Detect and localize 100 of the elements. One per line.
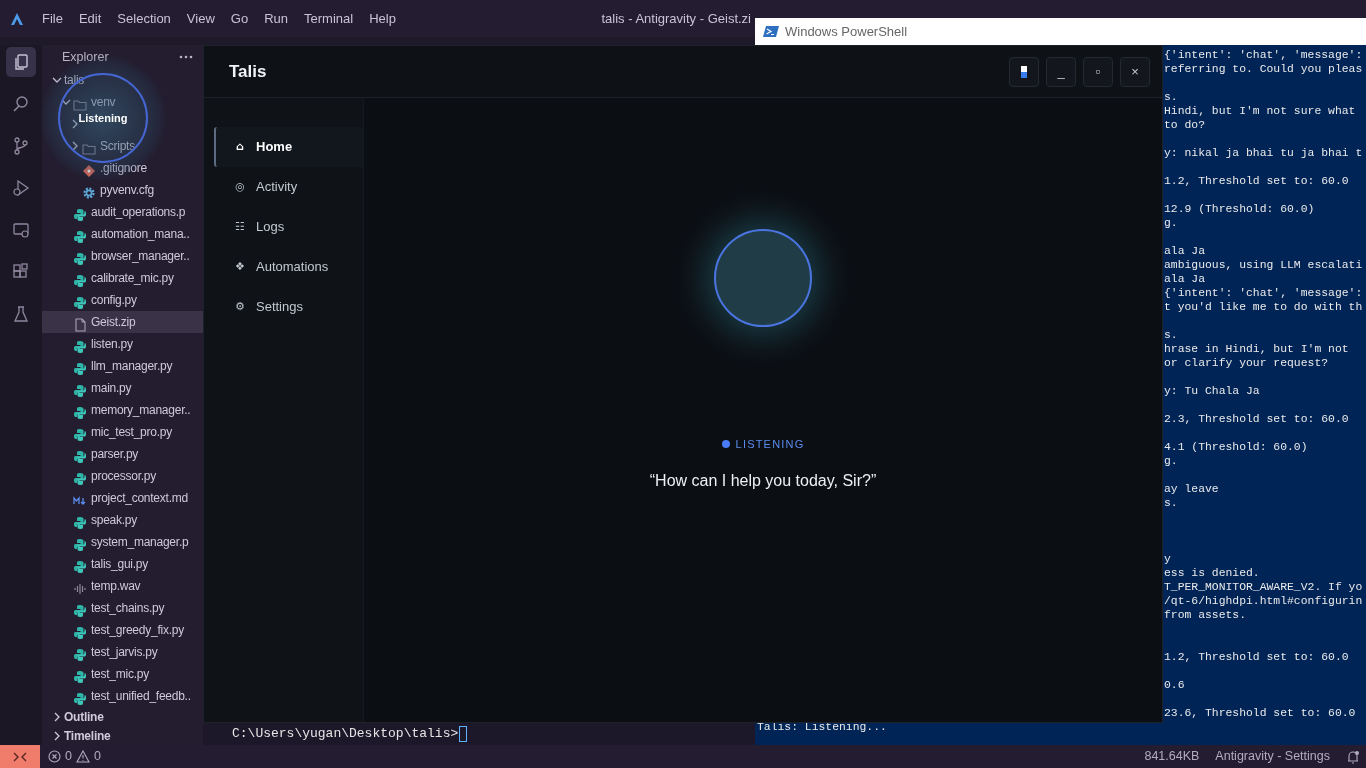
remote-icon xyxy=(13,750,27,763)
tree-item[interactable]: main.py xyxy=(42,377,203,400)
bell-icon[interactable] xyxy=(1346,749,1360,764)
tree-item[interactable]: .gitignore xyxy=(42,157,203,180)
nav-item[interactable]: ⌂ Home xyxy=(214,127,363,167)
tree-item[interactable]: pyvenv.cfg xyxy=(42,179,203,202)
chevron-down-icon[interactable] xyxy=(61,99,71,106)
menu-item[interactable]: Run xyxy=(256,8,296,29)
console-line: ay leave xyxy=(1164,482,1219,496)
menu-item[interactable]: Terminal xyxy=(296,8,362,29)
close-button[interactable]: × xyxy=(1120,56,1150,87)
file-name: config.py xyxy=(91,292,137,310)
section-header[interactable]: Outline xyxy=(42,707,203,727)
nav-icon: ⌂ xyxy=(234,138,246,156)
console-line: Hindi, but I'm not sure what xyxy=(1164,104,1356,118)
nav-icon: ❖ xyxy=(234,258,246,276)
chevron-right-icon[interactable] xyxy=(72,119,78,130)
menu-item[interactable]: View xyxy=(178,8,223,29)
run-debug-icon xyxy=(12,179,30,197)
code-file-icon xyxy=(73,273,87,288)
code-file-icon xyxy=(73,537,87,552)
minimize-button[interactable]: _ xyxy=(1046,56,1076,87)
logo-icon xyxy=(10,11,24,26)
problems-button[interactable]: 0 0 xyxy=(48,747,101,766)
console-line: s. xyxy=(1164,328,1178,342)
tree-item[interactable]: calibrate_mic.py xyxy=(42,267,203,290)
status-item[interactable]: 841.64KB xyxy=(1144,747,1200,766)
chevron-right-icon[interactable] xyxy=(54,730,60,741)
tree-item[interactable]: processor.py xyxy=(42,465,203,488)
text-cursor xyxy=(459,726,468,742)
nav-item[interactable]: ☷ Logs xyxy=(214,207,363,247)
file-name: project_context.md xyxy=(91,490,188,508)
file-name: memory_manager.. xyxy=(91,402,191,420)
tree-item[interactable]: test_greedy_fix.py xyxy=(42,619,203,642)
tree-item[interactable]: test_chains.py xyxy=(42,597,203,620)
console-line: g. xyxy=(1164,454,1178,468)
tree-item[interactable]: parser.py xyxy=(42,443,203,466)
tree-item[interactable]: Scripts xyxy=(42,135,203,158)
tree-item[interactable]: Geist.zip xyxy=(42,311,203,334)
tree-item[interactable]: system_manager.p xyxy=(42,531,203,554)
tree-item[interactable]: llm_manager.py xyxy=(42,355,203,378)
console-line: 1.2, Threshold set to: 60.0 xyxy=(1164,650,1349,664)
terminal-icon xyxy=(763,25,779,38)
chevron-right-icon[interactable] xyxy=(54,711,60,722)
console-line: {'intent': 'chat', 'message': xyxy=(1164,286,1363,300)
code-file-icon xyxy=(73,427,87,442)
chevron-down-icon[interactable] xyxy=(52,77,62,84)
menu-item[interactable]: Go xyxy=(222,8,257,29)
tree-item[interactable]: speak.py xyxy=(42,509,203,532)
file-name: .gitignore xyxy=(100,160,147,178)
folder-icon xyxy=(82,141,96,156)
maximize-button[interactable]: ▫ xyxy=(1083,56,1113,87)
tree-item[interactable]: talis_gui.py xyxy=(42,553,203,576)
menu-item[interactable]: Selection xyxy=(109,8,179,29)
nav-item[interactable]: ⚙ Settings xyxy=(214,287,363,327)
diamond-icon xyxy=(82,163,96,178)
code-file-icon xyxy=(73,207,87,222)
tree-item[interactable]: venv xyxy=(42,91,203,114)
console-line: referring to. Could you pleas xyxy=(1164,62,1363,76)
tree-item[interactable]: test_unified_feedb.. xyxy=(42,685,203,708)
menu-item[interactable]: File xyxy=(34,8,71,29)
tree-item[interactable]: listen.py xyxy=(42,333,203,356)
console-line: ala Ja xyxy=(1164,272,1205,286)
console-line: 2.3, Threshold set to: 60.0 xyxy=(1164,412,1349,426)
menu-item[interactable]: Edit xyxy=(70,8,110,29)
tree-item[interactable]: mic_test_pro.py xyxy=(42,421,203,444)
console-line: y: nikal ja bhai tu ja bhai t xyxy=(1164,146,1363,160)
section-title: Timeline xyxy=(64,727,111,745)
file-name: test_mic.py xyxy=(91,666,149,684)
console-line: 12.9 (Threshold: 60.0) xyxy=(1164,202,1315,216)
status-item[interactable]: Antigravity - Settings xyxy=(1215,747,1330,766)
activity-bar-button[interactable] xyxy=(6,47,36,77)
tree-item[interactable]: browser_manager.. xyxy=(42,245,203,268)
flask-icon xyxy=(12,305,30,323)
menu-item[interactable]: Help xyxy=(361,8,404,29)
tree-item[interactable]: automation_mana.. xyxy=(42,223,203,246)
code-file-icon xyxy=(73,691,87,706)
tree-item[interactable]: audit_operations.p xyxy=(42,201,203,224)
file-name: speak.py xyxy=(91,512,138,530)
tree-item[interactable]: test_mic.py xyxy=(42,663,203,686)
tree-item[interactable]: test_jarvis.py xyxy=(42,641,203,664)
pin-button[interactable] xyxy=(1009,56,1039,87)
nav-icon: ◎ xyxy=(234,178,246,196)
tree-item[interactable]: temp.wav xyxy=(42,575,203,598)
code-file-icon xyxy=(73,471,87,486)
nav-item[interactable]: ◎ Activity xyxy=(214,167,363,207)
console-line: /qt-6/highdpi.html#configurin xyxy=(1164,594,1363,608)
file-name: audit_operations.p xyxy=(91,204,186,222)
file-name: automation_mana.. xyxy=(91,226,190,244)
code-file-icon xyxy=(73,251,87,266)
console-line: ess is denied. xyxy=(1164,566,1260,580)
tree-item[interactable]: project_context.md xyxy=(42,487,203,510)
chevron-right-icon[interactable] xyxy=(72,141,78,152)
code-file-icon xyxy=(73,603,87,618)
more-icon[interactable] xyxy=(179,55,193,60)
nav-item[interactable]: ❖ Automations xyxy=(214,247,363,287)
monitor-icon xyxy=(12,221,30,239)
tree-item[interactable]: memory_manager.. xyxy=(42,399,203,422)
tree-item[interactable]: config.py xyxy=(42,289,203,312)
section-header[interactable]: Timeline xyxy=(42,726,203,745)
